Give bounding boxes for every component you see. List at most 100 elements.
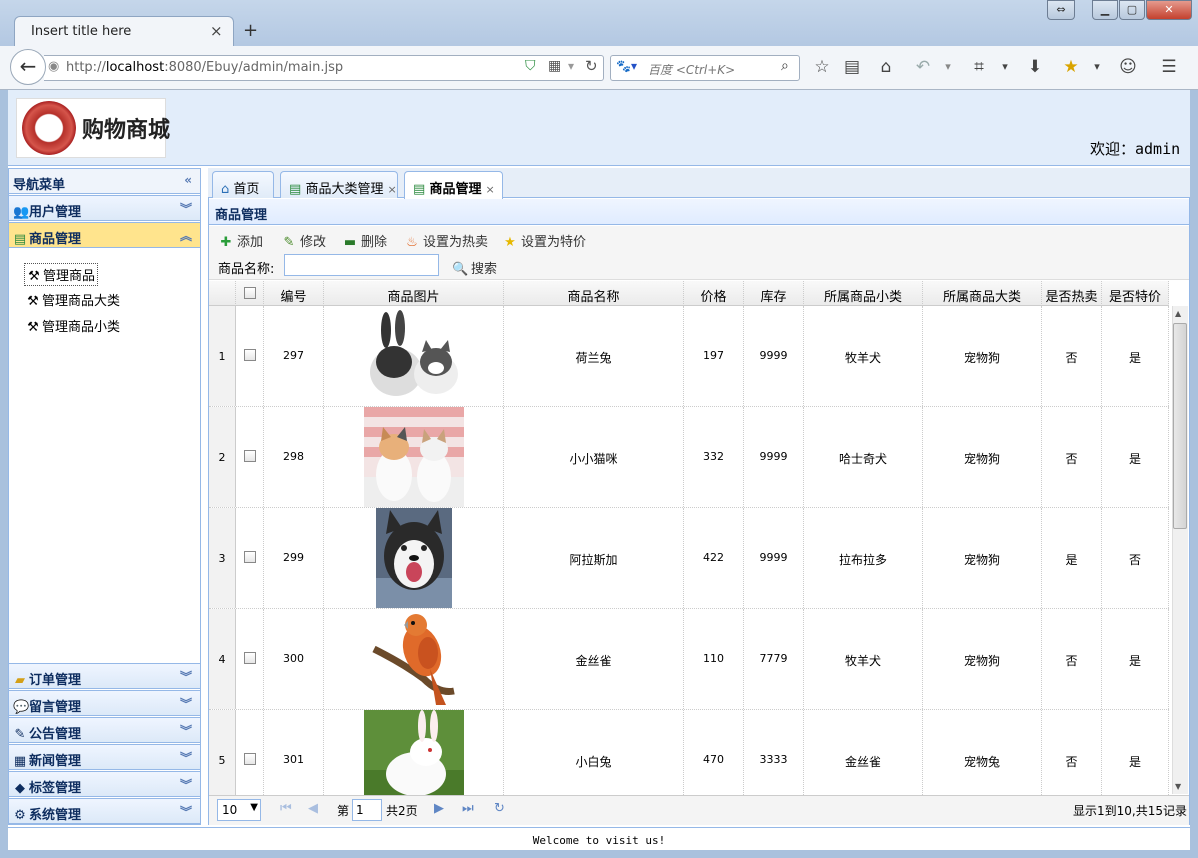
- row-number: 5: [209, 710, 236, 795]
- baidu-icon[interactable]: 🐾▾: [616, 59, 637, 73]
- logo-text: 购物商城: [82, 117, 171, 143]
- close-icon[interactable]: ×: [387, 183, 396, 196]
- menu-item-manage-subcategories[interactable]: ⚒ 管理商品小类: [24, 315, 122, 336]
- reader-icon[interactable]: ▤: [841, 57, 863, 77]
- welcome-text: 欢迎：admin: [1090, 140, 1181, 158]
- nav-section-messages[interactable]: 💬留言管理 ︾: [8, 690, 201, 716]
- search-label: 商品名称:: [218, 262, 275, 277]
- page-number-input[interactable]: 1: [352, 799, 382, 821]
- table-row[interactable]: 4 300 金丝雀 110 7779 牧羊犬 宠物狗 否 是: [209, 609, 1169, 710]
- search-icon[interactable]: ⌕: [781, 58, 789, 74]
- col-hot[interactable]: 是否热卖: [1042, 281, 1102, 306]
- row-checkbox[interactable]: [236, 306, 264, 406]
- col-subcategory[interactable]: 所属商品小类: [804, 281, 923, 306]
- menu-item-manage-categories[interactable]: ⚒ 管理商品大类: [24, 289, 122, 310]
- undo-icon[interactable]: ↶: [912, 57, 934, 77]
- first-page-icon[interactable]: ⏮: [280, 801, 292, 816]
- nav-title: 导航菜单 «: [8, 168, 201, 194]
- dropdown-icon[interactable]: ▾: [937, 60, 959, 73]
- cell-stock: 7779: [744, 609, 804, 709]
- row-checkbox[interactable]: [236, 609, 264, 709]
- col-category[interactable]: 所属商品大类: [923, 281, 1042, 306]
- scrollbar-thumb[interactable]: [1173, 323, 1187, 529]
- crop-icon[interactable]: ⌗: [968, 57, 990, 77]
- chat-icon[interactable]: ☺: [1117, 57, 1139, 77]
- shield-icon[interactable]: ⛉: [525, 58, 536, 74]
- next-page-icon[interactable]: ▶: [434, 801, 444, 816]
- tab-close-icon[interactable]: ×: [210, 22, 223, 40]
- note-icon: ✎: [14, 727, 26, 742]
- last-page-icon[interactable]: ⏭: [462, 801, 474, 816]
- table-row[interactable]: 2 298 小小猫咪 332 9999 哈士奇犬 宠物狗 否 是: [209, 407, 1169, 508]
- table-row[interactable]: 1 297 荷兰兔 197 9999 牧羊犬 宠物狗 否 是: [209, 306, 1169, 407]
- favorites-icon[interactable]: ★: [1060, 57, 1082, 77]
- dropdown-icon[interactable]: ▾: [1086, 60, 1108, 73]
- minimize-icon[interactable]: ▁: [1092, 0, 1118, 20]
- set-hot-button[interactable]: ♨ 设置为热卖: [404, 231, 488, 250]
- nav-section-notices[interactable]: ✎ 公告管理 ︾: [8, 717, 201, 743]
- col-special[interactable]: 是否特价: [1102, 281, 1169, 306]
- delete-button[interactable]: ▬ 删除: [342, 231, 387, 250]
- nav-section-users[interactable]: 👥用户管理 ︾: [8, 195, 201, 221]
- reload-icon[interactable]: ↻: [585, 57, 598, 75]
- rabbit-cat-image: [364, 306, 464, 406]
- cell-category: 宠物狗: [923, 609, 1042, 709]
- edit-button[interactable]: ✎ 修改: [281, 231, 326, 250]
- select-all-checkbox[interactable]: [236, 281, 264, 306]
- col-image[interactable]: 商品图片: [324, 281, 504, 306]
- cell-hot: 否: [1042, 306, 1102, 406]
- nav-section-news[interactable]: ▦ 新闻管理 ︾: [8, 744, 201, 770]
- row-number: 2: [209, 407, 236, 507]
- close-window-icon[interactable]: ✕: [1146, 0, 1192, 20]
- nav-section-products[interactable]: ▤ 商品管理 ︽: [8, 222, 201, 248]
- restore-icon[interactable]: ⇔: [1047, 0, 1075, 20]
- col-stock[interactable]: 库存: [744, 281, 804, 306]
- table-row[interactable]: 3 299 阿拉斯加 422 9999 拉布拉多 宠物狗 是 否: [209, 508, 1169, 609]
- refresh-icon[interactable]: ↻: [494, 801, 505, 816]
- chevron-down-icon: ︾: [179, 778, 192, 792]
- home-icon[interactable]: ⌂: [875, 57, 897, 77]
- col-name[interactable]: 商品名称: [504, 281, 684, 306]
- set-special-button[interactable]: ★ 设置为特价: [502, 231, 586, 250]
- prev-page-icon[interactable]: ◀: [308, 801, 318, 816]
- add-button[interactable]: ✚ 添加: [218, 231, 263, 250]
- nav-section-system[interactable]: ⚙ 系统管理 ︾: [8, 798, 201, 824]
- row-checkbox[interactable]: [236, 407, 264, 507]
- close-icon[interactable]: ×: [485, 183, 494, 196]
- menu-icon[interactable]: ☰: [1158, 57, 1180, 77]
- table-row[interactable]: 5 301 小白兔 470 3333 金丝雀 宠物兔 否 是: [209, 710, 1169, 795]
- menu-item-manage-products[interactable]: ⚒ 管理商品: [24, 263, 99, 286]
- tag-icon: ◆: [15, 781, 25, 796]
- row-checkbox[interactable]: [236, 710, 264, 795]
- row-checkbox[interactable]: [236, 508, 264, 608]
- scroll-down-icon[interactable]: ▼: [1175, 782, 1181, 791]
- list-icon: ▤: [13, 232, 27, 247]
- nav-section-tags[interactable]: ◆ 标签管理 ︾: [8, 771, 201, 797]
- nav-section-orders[interactable]: ▰ 订单管理 ︾: [8, 663, 201, 689]
- scroll-up-icon[interactable]: ▲: [1175, 309, 1181, 318]
- col-price[interactable]: 价格: [684, 281, 744, 306]
- tab-home[interactable]: ⌂ 首页: [212, 171, 274, 198]
- new-tab-icon[interactable]: +: [243, 20, 258, 41]
- tab-category-manage[interactable]: ▤ 商品大类管理 ×: [280, 171, 398, 198]
- col-id[interactable]: 编号: [264, 281, 324, 306]
- browser-tab[interactable]: Insert title here: [14, 16, 234, 46]
- tab-product-manage[interactable]: ▤ 商品管理 ×: [404, 171, 503, 199]
- product-name-input[interactable]: [284, 254, 439, 276]
- cell-subcategory: 哈士奇犬: [804, 407, 923, 507]
- cell-special: 否: [1102, 508, 1169, 608]
- canary-image: [364, 609, 464, 709]
- search-button[interactable]: 🔍 搜索: [452, 258, 497, 277]
- star-icon[interactable]: ☆: [811, 57, 833, 77]
- dropdown-icon[interactable]: ▾: [994, 60, 1016, 73]
- download-icon[interactable]: ⬇: [1024, 57, 1046, 77]
- maximize-icon[interactable]: ▢: [1119, 0, 1145, 20]
- footer-text: Welcome to visit us!: [8, 827, 1190, 850]
- dropdown-icon[interactable]: ▾: [568, 59, 574, 73]
- url-text[interactable]: http://localhost:8080/Ebuy/admin/main.js…: [66, 60, 343, 75]
- collapse-left-icon[interactable]: «: [184, 173, 192, 187]
- chevron-down-icon: ︾: [179, 724, 192, 738]
- qrcode-icon[interactable]: ▦: [548, 58, 561, 74]
- page-size-select[interactable]: 10 ▼: [217, 799, 261, 821]
- back-arrow-icon[interactable]: ←: [10, 49, 46, 85]
